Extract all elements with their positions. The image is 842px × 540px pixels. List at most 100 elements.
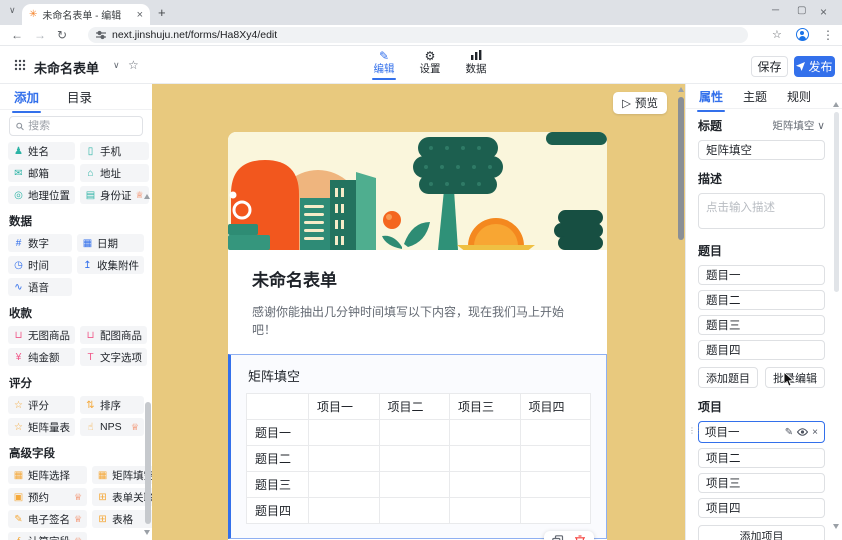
field-chip[interactable]: ◎地理位置 (8, 186, 75, 204)
item-input[interactable] (698, 498, 825, 518)
address-bar[interactable]: next.jinshuju.net/forms/Ha8Xy4/edit (88, 27, 748, 43)
item-input[interactable] (698, 473, 825, 493)
panel-tab-rules[interactable]: 规则 (787, 88, 811, 105)
url-text: next.jinshuju.net/forms/Ha8Xy4/edit (112, 29, 277, 41)
matrix-fill-field[interactable]: 矩阵填空 项目一 项目二 项目三 项目四 题目一 题目二 (228, 354, 607, 539)
form-description[interactable]: 感谢你能抽出几分钟时间填写以下内容，现在我们马上开始吧！ (252, 303, 583, 339)
field-chip[interactable]: #数字 (8, 234, 72, 252)
site-settings-icon[interactable] (96, 30, 106, 40)
window-close-button[interactable]: × (820, 5, 827, 19)
back-icon[interactable]: ← (11, 28, 23, 42)
remove-item-icon[interactable]: × (812, 427, 818, 438)
window-minimize-button[interactable]: ─ (772, 5, 779, 16)
tab-data[interactable]: 数据 (460, 49, 492, 76)
phone-icon: ▯ (85, 146, 96, 157)
gear-icon: ⚙ (414, 49, 446, 63)
tab-edit[interactable]: ✎ 编辑 (368, 49, 400, 76)
field-chip[interactable]: ¥纯金额 (8, 348, 75, 366)
field-chip[interactable]: ▣预约♕ (8, 488, 87, 506)
matrix-row-header: 题目三 (247, 472, 309, 498)
field-type-selector[interactable]: 矩阵填空 ∨ (772, 118, 825, 133)
tab-search-chevron-icon[interactable]: ∨ (9, 5, 16, 16)
preview-button[interactable]: ▷ 预览 (613, 92, 667, 114)
sidebar-scrollbar[interactable] (145, 402, 151, 524)
copy-icon[interactable] (552, 535, 564, 540)
tab-close-icon[interactable]: × (137, 9, 143, 21)
sidebar-tab-outline[interactable]: 目录 (67, 87, 92, 106)
field-chip[interactable]: ☝NPS♕ (80, 418, 144, 436)
field-chip[interactable]: ▦矩阵选择 (8, 466, 87, 484)
save-button[interactable]: 保存 (751, 56, 788, 77)
field-chip[interactable]: ⇅排序 (80, 396, 144, 414)
sidebar-tab-add[interactable]: 添加 (14, 87, 39, 106)
rank-icon: ⇅ (85, 400, 96, 411)
favorite-star-icon[interactable]: ☆ (128, 58, 139, 72)
panel-scrollbar[interactable] (834, 112, 839, 292)
question-input[interactable] (698, 265, 825, 285)
field-chip[interactable]: ▦日期 (77, 234, 144, 252)
browser-tab[interactable]: ✳ 未命名表单 - 编辑 × (22, 4, 150, 25)
field-chip[interactable]: ↥收集附件 (77, 256, 144, 274)
drag-handle-icon[interactable]: ⋮⋮ (688, 426, 701, 435)
profile-avatar[interactable] (796, 28, 809, 41)
property-panel: 属性 主题 规则 标题 矩阵填空 ∨ 描述 题目 添加题目 批量编辑 项目 ⋮⋮… (685, 84, 842, 540)
window-maximize-button[interactable]: ▢ (797, 5, 806, 16)
field-chip[interactable]: ◷时间 (8, 256, 72, 274)
publish-button[interactable]: 发布 (794, 56, 835, 77)
field-chip[interactable]: ✎电子签名♕ (8, 510, 87, 528)
matrix-col-header: 项目二 (379, 394, 450, 420)
field-chip[interactable]: ⊔配图商品 (80, 326, 147, 344)
add-question-button[interactable]: 添加题目 (698, 367, 758, 388)
field-chip[interactable]: ☆矩阵量表 (8, 418, 75, 436)
question-input[interactable] (698, 290, 825, 310)
item-input-focused[interactable]: 项目一 ✎ × (698, 421, 825, 443)
forward-icon[interactable]: → (34, 28, 46, 42)
eye-icon[interactable] (797, 428, 808, 436)
edit-icon[interactable]: ✎ (785, 427, 793, 438)
field-chip[interactable]: ♟姓名 (8, 142, 75, 160)
sidebar-scroll-up[interactable] (144, 194, 150, 199)
panel-scroll-up[interactable] (833, 102, 839, 107)
form-name-chevron-icon[interactable]: ∨ (113, 60, 120, 71)
item-input[interactable] (698, 448, 825, 468)
matrix-cell (379, 472, 450, 498)
question-input[interactable] (698, 340, 825, 360)
field-chip[interactable]: ⌂地址 (80, 164, 149, 182)
group-title-payment: 收款 (9, 305, 143, 321)
delete-icon[interactable] (574, 535, 586, 540)
title-section-label: 标题 (698, 117, 722, 134)
field-search[interactable] (9, 116, 143, 136)
new-tab-button[interactable]: + (158, 5, 166, 20)
reload-icon[interactable]: ↻ (57, 28, 67, 42)
field-chip[interactable]: ▤身份证♕ (80, 186, 149, 204)
panel-tab-theme[interactable]: 主题 (743, 88, 767, 105)
canvas-scroll-up[interactable] (678, 87, 684, 92)
field-chip[interactable]: T文字选项 (80, 348, 147, 366)
sidebar-scroll-down[interactable] (144, 530, 150, 535)
form-cover-illustration (228, 132, 607, 250)
field-chip[interactable]: ▯手机 (80, 142, 149, 160)
field-chip[interactable]: ƒ计算字段♕ (8, 532, 87, 540)
browser-menu-icon[interactable]: ⋮ (822, 28, 834, 42)
field-chip[interactable]: ✉邮箱 (8, 164, 75, 182)
field-title-input[interactable] (698, 140, 825, 160)
matrix-cell (309, 498, 380, 524)
field-chip[interactable]: ☆评分 (8, 396, 75, 414)
add-item-button[interactable]: 添加项目 (698, 525, 825, 540)
advanced-field-group: ▦矩阵选择 ▦矩阵填空 ▣预约♕ ⊞表单关联♕ ✎电子签名♕ ⊞表格♕ ƒ计算字… (8, 466, 144, 540)
field-chip[interactable]: ∿语音 (8, 278, 72, 296)
bookmark-star-icon[interactable]: ☆ (772, 28, 782, 41)
search-input[interactable] (28, 120, 136, 132)
panel-tab-properties[interactable]: 属性 (699, 88, 723, 105)
form-name: 未命名表单 (34, 58, 99, 77)
panel-scroll-down[interactable] (833, 524, 839, 529)
question-input[interactable] (698, 315, 825, 335)
form-title[interactable]: 未命名表单 (252, 266, 583, 291)
tab-settings[interactable]: ⚙ 设置 (414, 49, 446, 76)
field-chip[interactable]: ⊔无图商品 (8, 326, 75, 344)
apps-grid-icon[interactable] (14, 59, 26, 71)
field-description-input[interactable] (698, 193, 825, 229)
matrix-select-icon: ▦ (13, 470, 24, 481)
batch-edit-button[interactable]: 批量编辑 (765, 367, 825, 388)
canvas-scrollbar[interactable] (678, 97, 684, 240)
